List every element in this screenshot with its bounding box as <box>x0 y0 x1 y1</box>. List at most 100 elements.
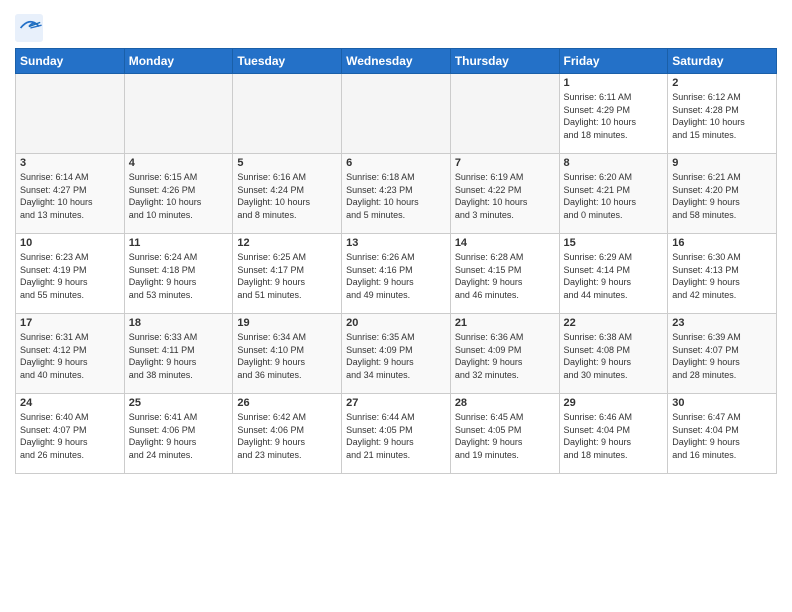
calendar-cell: 5 Sunrise: 6:16 AM Sunset: 4:24 PM Daylig… <box>233 154 342 234</box>
day-number: 7 <box>455 157 555 169</box>
day-number: 12 <box>237 237 337 249</box>
day-info: Sunrise: 6:21 AM Sunset: 4:20 PM Dayligh… <box>672 171 772 221</box>
day-info: Sunrise: 6:30 AM Sunset: 4:13 PM Dayligh… <box>672 251 772 301</box>
day-number: 16 <box>672 237 772 249</box>
calendar-cell <box>124 74 233 154</box>
calendar-cell: 14Sunrise: 6:28 AM Sunset: 4:15 PM Dayli… <box>450 234 559 314</box>
day-number: 3 <box>20 157 120 169</box>
day-info: Sunrise: 6:14 AM Sunset: 4:27 PM Dayligh… <box>20 171 120 221</box>
calendar-cell: 30 Sunrise: 6:47 AM Sunset: 4:04 PM Dayli… <box>668 394 777 474</box>
calendar-cell: 27 Sunrise: 6:44 AM Sunset: 4:05 PM Dayli… <box>342 394 451 474</box>
day-info: Sunrise: 6:34 AM Sunset: 4:10 PM Dayligh… <box>237 331 337 381</box>
day-info: Sunrise: 6:33 AM Sunset: 4:11 PM Dayligh… <box>129 331 229 381</box>
weekday-header: Tuesday <box>233 49 342 74</box>
calendar-week: 3 Sunrise: 6:14 AM Sunset: 4:27 PM Daylig… <box>16 154 777 234</box>
page-container: SundayMondayTuesdayWednesdayThursdayFrid… <box>0 0 792 479</box>
weekday-header: Thursday <box>450 49 559 74</box>
calendar-cell: 4Sunrise: 6:15 AM Sunset: 4:26 PM Daylig… <box>124 154 233 234</box>
calendar-cell: 7 Sunrise: 6:19 AM Sunset: 4:22 PM Daylig… <box>450 154 559 234</box>
day-info: Sunrise: 6:26 AM Sunset: 4:16 PM Dayligh… <box>346 251 446 301</box>
calendar-cell: 9Sunrise: 6:21 AM Sunset: 4:20 PM Daylig… <box>668 154 777 234</box>
calendar-cell: 12Sunrise: 6:25 AM Sunset: 4:17 PM Dayli… <box>233 234 342 314</box>
calendar-cell: 3 Sunrise: 6:14 AM Sunset: 4:27 PM Daylig… <box>16 154 125 234</box>
weekday-header: Monday <box>124 49 233 74</box>
calendar-cell: 20 Sunrise: 6:35 AM Sunset: 4:09 PM Dayli… <box>342 314 451 394</box>
calendar-cell: 16 Sunrise: 6:30 AM Sunset: 4:13 PM Dayli… <box>668 234 777 314</box>
day-info: Sunrise: 6:39 AM Sunset: 4:07 PM Dayligh… <box>672 331 772 381</box>
calendar-week: 24Sunrise: 6:40 AM Sunset: 4:07 PM Dayli… <box>16 394 777 474</box>
day-info: Sunrise: 6:24 AM Sunset: 4:18 PM Dayligh… <box>129 251 229 301</box>
day-number: 17 <box>20 317 120 329</box>
day-number: 27 <box>346 397 446 409</box>
day-info: Sunrise: 6:46 AM Sunset: 4:04 PM Dayligh… <box>564 411 664 461</box>
day-number: 28 <box>455 397 555 409</box>
calendar-cell <box>450 74 559 154</box>
calendar-cell: 21Sunrise: 6:36 AM Sunset: 4:09 PM Dayli… <box>450 314 559 394</box>
day-number: 30 <box>672 397 772 409</box>
header-row: SundayMondayTuesdayWednesdayThursdayFrid… <box>16 49 777 74</box>
calendar-table: SundayMondayTuesdayWednesdayThursdayFrid… <box>15 48 777 474</box>
day-number: 8 <box>564 157 664 169</box>
day-number: 5 <box>237 157 337 169</box>
calendar-cell: 22 Sunrise: 6:38 AM Sunset: 4:08 PM Dayli… <box>559 314 668 394</box>
day-info: Sunrise: 6:19 AM Sunset: 4:22 PM Dayligh… <box>455 171 555 221</box>
calendar-week: 10 Sunrise: 6:23 AM Sunset: 4:19 PM Dayli… <box>16 234 777 314</box>
day-info: Sunrise: 6:23 AM Sunset: 4:19 PM Dayligh… <box>20 251 120 301</box>
calendar-cell: 1Sunrise: 6:11 AM Sunset: 4:29 PM Daylig… <box>559 74 668 154</box>
day-number: 24 <box>20 397 120 409</box>
calendar-cell: 23Sunrise: 6:39 AM Sunset: 4:07 PM Dayli… <box>668 314 777 394</box>
calendar-cell: 10 Sunrise: 6:23 AM Sunset: 4:19 PM Dayli… <box>16 234 125 314</box>
calendar-week: 17 Sunrise: 6:31 AM Sunset: 4:12 PM Dayli… <box>16 314 777 394</box>
day-info: Sunrise: 6:12 AM Sunset: 4:28 PM Dayligh… <box>672 91 772 141</box>
calendar-cell: 17 Sunrise: 6:31 AM Sunset: 4:12 PM Dayli… <box>16 314 125 394</box>
calendar-cell: 29 Sunrise: 6:46 AM Sunset: 4:04 PM Dayli… <box>559 394 668 474</box>
day-number: 13 <box>346 237 446 249</box>
weekday-header: Wednesday <box>342 49 451 74</box>
day-number: 19 <box>237 317 337 329</box>
day-number: 11 <box>129 237 229 249</box>
day-number: 1 <box>564 77 664 89</box>
day-info: Sunrise: 6:20 AM Sunset: 4:21 PM Dayligh… <box>564 171 664 221</box>
day-info: Sunrise: 6:18 AM Sunset: 4:23 PM Dayligh… <box>346 171 446 221</box>
day-number: 4 <box>129 157 229 169</box>
calendar-cell: 19 Sunrise: 6:34 AM Sunset: 4:10 PM Dayli… <box>233 314 342 394</box>
calendar-cell: 25 Sunrise: 6:41 AM Sunset: 4:06 PM Dayli… <box>124 394 233 474</box>
day-info: Sunrise: 6:38 AM Sunset: 4:08 PM Dayligh… <box>564 331 664 381</box>
calendar-cell: 6 Sunrise: 6:18 AM Sunset: 4:23 PM Daylig… <box>342 154 451 234</box>
day-info: Sunrise: 6:16 AM Sunset: 4:24 PM Dayligh… <box>237 171 337 221</box>
calendar-cell <box>233 74 342 154</box>
calendar-cell: 2 Sunrise: 6:12 AM Sunset: 4:28 PM Daylig… <box>668 74 777 154</box>
calendar-week: 1Sunrise: 6:11 AM Sunset: 4:29 PM Daylig… <box>16 74 777 154</box>
day-info: Sunrise: 6:35 AM Sunset: 4:09 PM Dayligh… <box>346 331 446 381</box>
day-number: 18 <box>129 317 229 329</box>
logo-icon <box>15 14 43 42</box>
day-number: 22 <box>564 317 664 329</box>
day-number: 20 <box>346 317 446 329</box>
logo <box>15 14 47 42</box>
day-number: 14 <box>455 237 555 249</box>
weekday-header: Friday <box>559 49 668 74</box>
calendar-cell: 11 Sunrise: 6:24 AM Sunset: 4:18 PM Dayli… <box>124 234 233 314</box>
day-number: 29 <box>564 397 664 409</box>
day-number: 10 <box>20 237 120 249</box>
day-info: Sunrise: 6:42 AM Sunset: 4:06 PM Dayligh… <box>237 411 337 461</box>
calendar-cell: 28 Sunrise: 6:45 AM Sunset: 4:05 PM Dayli… <box>450 394 559 474</box>
day-info: Sunrise: 6:29 AM Sunset: 4:14 PM Dayligh… <box>564 251 664 301</box>
day-info: Sunrise: 6:31 AM Sunset: 4:12 PM Dayligh… <box>20 331 120 381</box>
calendar-cell: 26 Sunrise: 6:42 AM Sunset: 4:06 PM Dayli… <box>233 394 342 474</box>
day-info: Sunrise: 6:45 AM Sunset: 4:05 PM Dayligh… <box>455 411 555 461</box>
calendar-cell: 18 Sunrise: 6:33 AM Sunset: 4:11 PM Dayli… <box>124 314 233 394</box>
day-number: 6 <box>346 157 446 169</box>
day-info: Sunrise: 6:47 AM Sunset: 4:04 PM Dayligh… <box>672 411 772 461</box>
day-info: Sunrise: 6:44 AM Sunset: 4:05 PM Dayligh… <box>346 411 446 461</box>
calendar-cell <box>16 74 125 154</box>
day-number: 2 <box>672 77 772 89</box>
day-number: 26 <box>237 397 337 409</box>
calendar-cell <box>342 74 451 154</box>
day-number: 25 <box>129 397 229 409</box>
day-number: 21 <box>455 317 555 329</box>
calendar-cell: 8 Sunrise: 6:20 AM Sunset: 4:21 PM Daylig… <box>559 154 668 234</box>
calendar-cell: 15Sunrise: 6:29 AM Sunset: 4:14 PM Dayli… <box>559 234 668 314</box>
calendar-cell: 24Sunrise: 6:40 AM Sunset: 4:07 PM Dayli… <box>16 394 125 474</box>
day-info: Sunrise: 6:41 AM Sunset: 4:06 PM Dayligh… <box>129 411 229 461</box>
